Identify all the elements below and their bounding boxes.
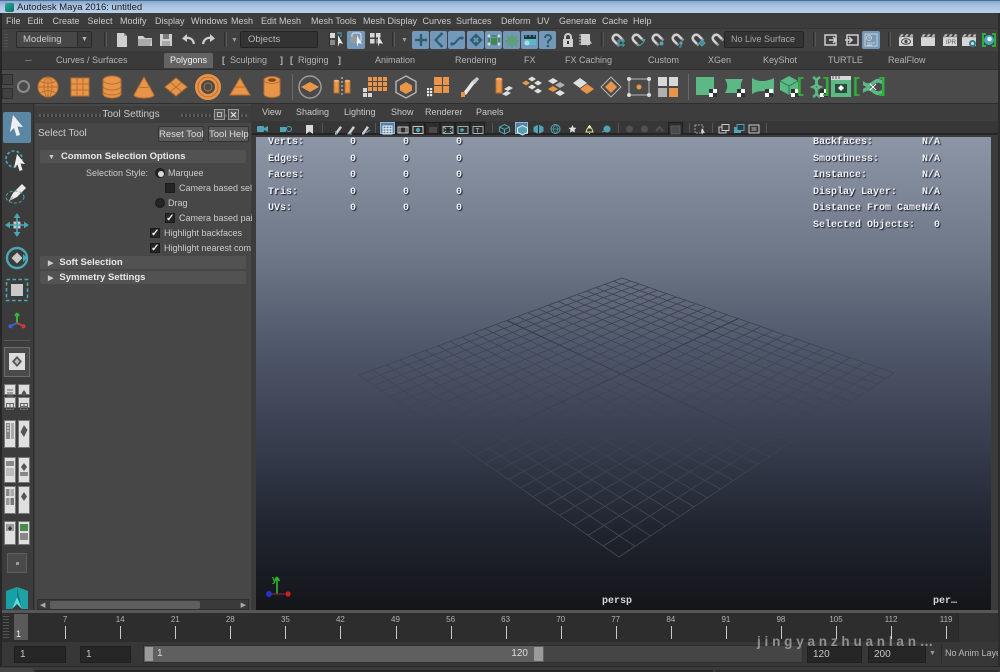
svg-text:y: y xyxy=(272,574,277,584)
svg-text:T: T xyxy=(476,128,480,135)
svg-text:IPR: IPR xyxy=(946,40,957,46)
